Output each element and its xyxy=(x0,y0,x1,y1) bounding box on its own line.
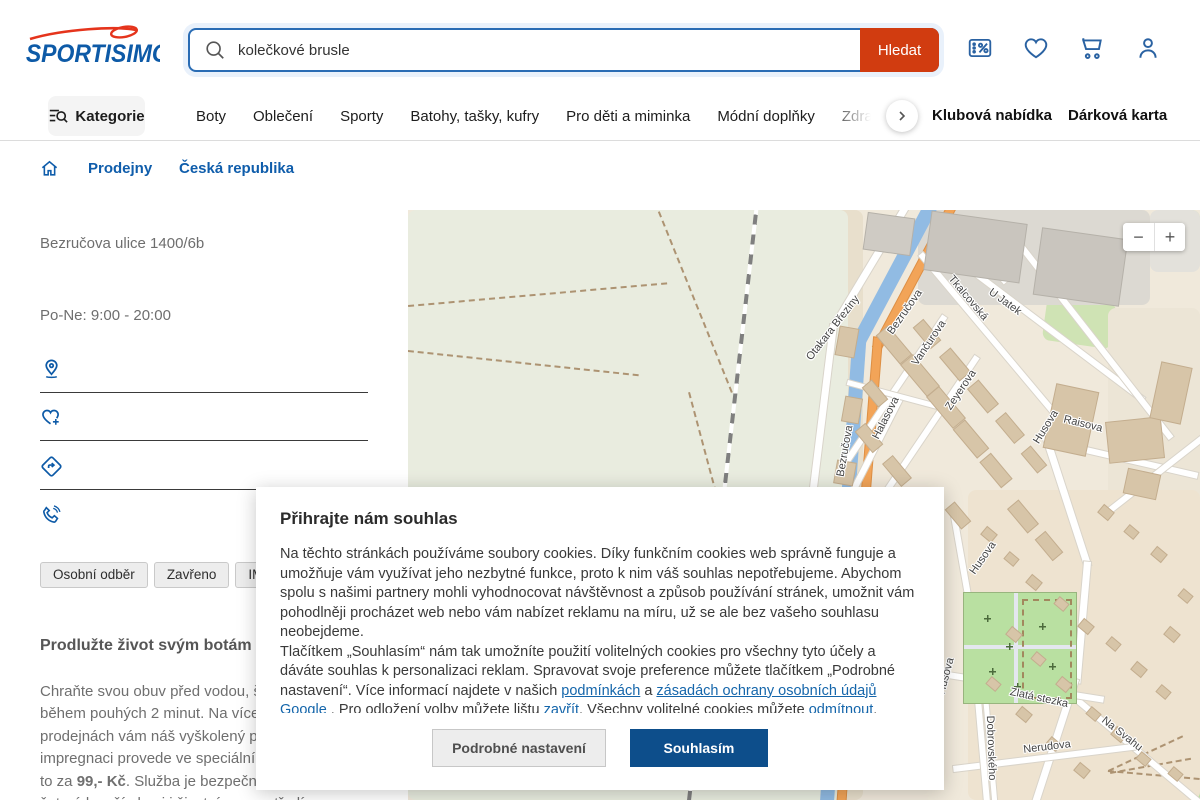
search-input[interactable] xyxy=(236,40,937,60)
grave-cross xyxy=(984,615,991,622)
user-icon[interactable] xyxy=(1135,35,1161,61)
grave-cross xyxy=(989,668,996,675)
store-hours: Po-Ne: 9:00 - 20:00 xyxy=(40,307,171,324)
nav-item[interactable]: Oblečení xyxy=(253,108,313,125)
search-button[interactable]: Hledat xyxy=(860,28,939,72)
map-street-label: Dobrovského xyxy=(983,715,999,781)
zoom-out-button[interactable]: − xyxy=(1123,223,1154,251)
cookie-consent-dialog: Přihrajte nám souhlas Na těchto stránkác… xyxy=(256,487,944,790)
search-icon xyxy=(206,41,224,59)
menu-search-icon xyxy=(50,109,69,123)
categories-label: Kategorie xyxy=(75,107,145,125)
nav-item-klubova-nabidka[interactable]: Klubová nabídka xyxy=(932,96,1052,136)
sportisimo-logo[interactable]: SPORTISIMO xyxy=(24,22,160,70)
map-building xyxy=(863,212,915,256)
categories-button[interactable]: Kategorie xyxy=(48,96,145,136)
close-banner-link[interactable]: zavřít xyxy=(544,702,579,713)
nav-item[interactable]: Pro děti a miminka xyxy=(566,108,690,125)
nav-item[interactable]: Boty xyxy=(196,108,226,125)
nav-scroll-right-button[interactable] xyxy=(886,100,918,132)
zoom-in-button[interactable]: + xyxy=(1154,223,1185,251)
divider xyxy=(40,440,368,441)
nav-item[interactable]: Batohy, tašky, kufry xyxy=(410,108,539,125)
consent-paragraph-2: Tlačítkem „Souhlasím“ nám tak umožníte p… xyxy=(280,643,922,714)
chevron-right-icon xyxy=(899,111,906,121)
favorites-heart-icon[interactable] xyxy=(1023,35,1049,61)
reject-link[interactable]: odmítnout xyxy=(809,702,874,713)
consent-paragraph-1: Na těchto stránkách používáme soubory co… xyxy=(280,546,915,640)
consent-title: Přihrajte nám souhlas xyxy=(280,509,458,528)
consent-text: . xyxy=(873,702,878,713)
map-building xyxy=(968,380,998,413)
grave-cross xyxy=(1039,623,1046,630)
consent-text: . Pro odložení volby můžete lištu xyxy=(326,702,544,713)
detailed-settings-button[interactable]: Podrobné nastavení xyxy=(432,729,606,767)
consent-body: Na těchto stránkách používáme soubory co… xyxy=(280,545,922,713)
nav-item-darkova-karta[interactable]: Dárková karta xyxy=(1068,96,1167,136)
main-nav: Boty Oblečení Sporty Batohy, tašky, kufry Pr… xyxy=(196,96,896,136)
terms-link[interactable]: podmínkách xyxy=(561,683,640,699)
heart-plus-icon[interactable] xyxy=(40,406,63,429)
store-tag: Zavřeno xyxy=(153,562,230,588)
breadcrumb-prodejny[interactable]: Prodejny xyxy=(88,160,152,177)
divider xyxy=(40,392,368,393)
map-building xyxy=(1106,417,1164,463)
grave-cross xyxy=(1049,663,1056,670)
logo-graphic: SPORTISIMO xyxy=(26,25,160,68)
nav-item[interactable]: Módní doplňky xyxy=(717,108,815,125)
map-zoom-controls: − + xyxy=(1123,223,1185,251)
cart-icon[interactable] xyxy=(1079,35,1105,61)
map-building xyxy=(1033,228,1128,306)
map-building xyxy=(996,413,1024,443)
map-building xyxy=(980,454,1012,487)
map-pin-icon[interactable] xyxy=(40,357,63,380)
store-address: Bezručova ulice 1400/6b xyxy=(40,235,205,252)
accept-button[interactable]: Souhlasím xyxy=(629,729,768,767)
consent-text: . Všechny volitelné cookies můžete xyxy=(579,702,809,713)
store-description-line: šetrná k vaší obuvi i životnímu prostřed… xyxy=(40,793,421,800)
consent-buttons: Podrobné nastavení Souhlasím xyxy=(256,729,944,767)
map-building xyxy=(954,420,988,458)
map-building xyxy=(946,502,970,529)
page: SPORTISIMO Hledat xyxy=(0,0,1200,800)
store-tag: Osobní odběr xyxy=(40,562,148,588)
grave-cross xyxy=(1006,643,1013,650)
phone-icon[interactable] xyxy=(40,504,63,527)
breadcrumb-ceska-republika[interactable]: Česká republika xyxy=(179,160,294,177)
consent-text: a xyxy=(640,682,657,699)
directions-icon[interactable] xyxy=(40,455,63,478)
voucher-card-icon[interactable] xyxy=(967,35,993,61)
map-building xyxy=(1022,446,1046,473)
logo-text: SPORTISIMO xyxy=(26,40,160,68)
nav-item[interactable]: Sporty xyxy=(340,108,383,125)
breadcrumb-home-icon[interactable] xyxy=(40,159,59,178)
search-bar: Hledat xyxy=(188,28,939,72)
nav-divider xyxy=(0,140,1200,141)
